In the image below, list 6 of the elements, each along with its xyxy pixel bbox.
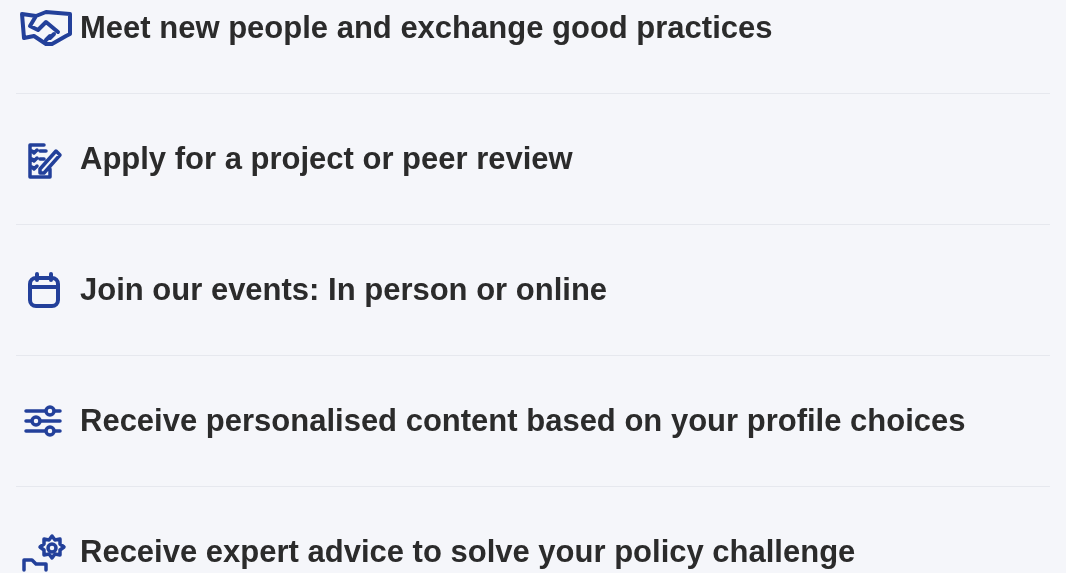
- benefit-text: Receive personalised content based on your profile choices: [80, 403, 966, 439]
- benefit-text: Receive expert advice to solve your policy challenge: [80, 534, 856, 570]
- benefit-text: Join our events: In person or online: [80, 272, 608, 308]
- benefit-text: Meet new people and exchange good practices: [80, 10, 773, 46]
- benefit-text: Apply for a project or peer review: [80, 141, 573, 177]
- handshake-icon: [18, 8, 74, 48]
